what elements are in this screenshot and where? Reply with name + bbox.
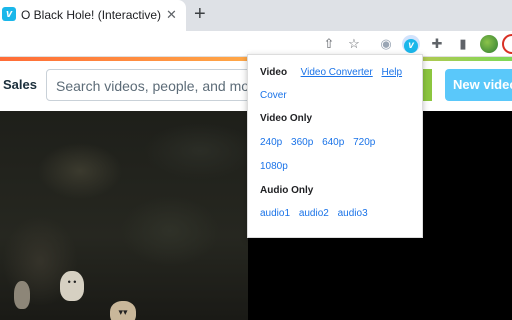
quality-360p-link[interactable]: 360p [291,137,313,148]
vimeo-favicon-icon: v [2,7,16,21]
figure [14,281,30,309]
video-only-more-row: 1080p [260,161,294,172]
new-video-label: New video [453,77,512,92]
pumpkin-figure: ▾▾ [110,301,136,320]
browser-tab[interactable]: v O Black Hole! (Interactive) on Vimeo ✕ [0,0,186,31]
new-tab-button[interactable]: + [194,3,206,25]
video-only-heading: Video Only [260,113,313,124]
bookmark-star-icon[interactable]: ☆ [345,35,363,53]
help-link[interactable]: Help [381,67,402,78]
update-menu-icon[interactable] [502,34,512,54]
search-placeholder: Search videos, people, and more [56,78,262,94]
quality-240p-link[interactable]: 240p [260,137,282,148]
video-frame: • • ▾▾ [0,111,248,320]
quality-640p-link[interactable]: 640p [322,137,344,148]
new-video-button[interactable]: New video [445,69,512,101]
side-panel-icon[interactable]: ▮ [454,35,472,53]
audio2-link[interactable]: audio2 [299,208,329,219]
quality-1080p-link[interactable]: 1080p [260,161,288,172]
audio-only-heading: Audio Only [260,185,314,196]
extensions-puzzle-icon[interactable]: ✚ [428,35,446,53]
audio3-link[interactable]: audio3 [338,208,368,219]
tab-close-icon[interactable]: ✕ [166,7,177,23]
quality-720p-link[interactable]: 720p [353,137,375,148]
share-icon[interactable]: ⇧ [320,35,338,53]
vimeo-extension-button[interactable]: v [402,35,420,53]
audio-links-row: audio1 audio2 audio3 [260,208,374,219]
ghost-figure: • • [60,271,84,301]
tab-title: O Black Hole! (Interactive) on Vimeo [21,8,161,22]
tab-strip: v O Black Hole! (Interactive) on Vimeo ✕… [0,0,512,31]
sales-link[interactable]: Sales [3,77,37,92]
audio-only-heading-row: Audio Only [260,185,313,196]
video-only-links-row: 240p 360p 640p 720p [260,137,381,148]
extension-owl-icon[interactable]: ◉ [377,35,395,53]
audio1-link[interactable]: audio1 [260,208,290,219]
extension-popup: Video Video Converter Help Cover Video O… [247,54,423,238]
cover-row: Cover [260,90,293,101]
video-converter-link[interactable]: Video Converter [301,67,373,78]
video-only-heading-row: Video Only [260,113,312,124]
upgrade-button[interactable] [422,69,432,101]
video-row: Video Video Converter Help [260,67,408,78]
profile-avatar[interactable] [480,35,498,53]
vimeo-extension-icon: v [404,39,418,53]
cover-link[interactable]: Cover [260,90,287,101]
video-heading: Video [260,67,288,78]
